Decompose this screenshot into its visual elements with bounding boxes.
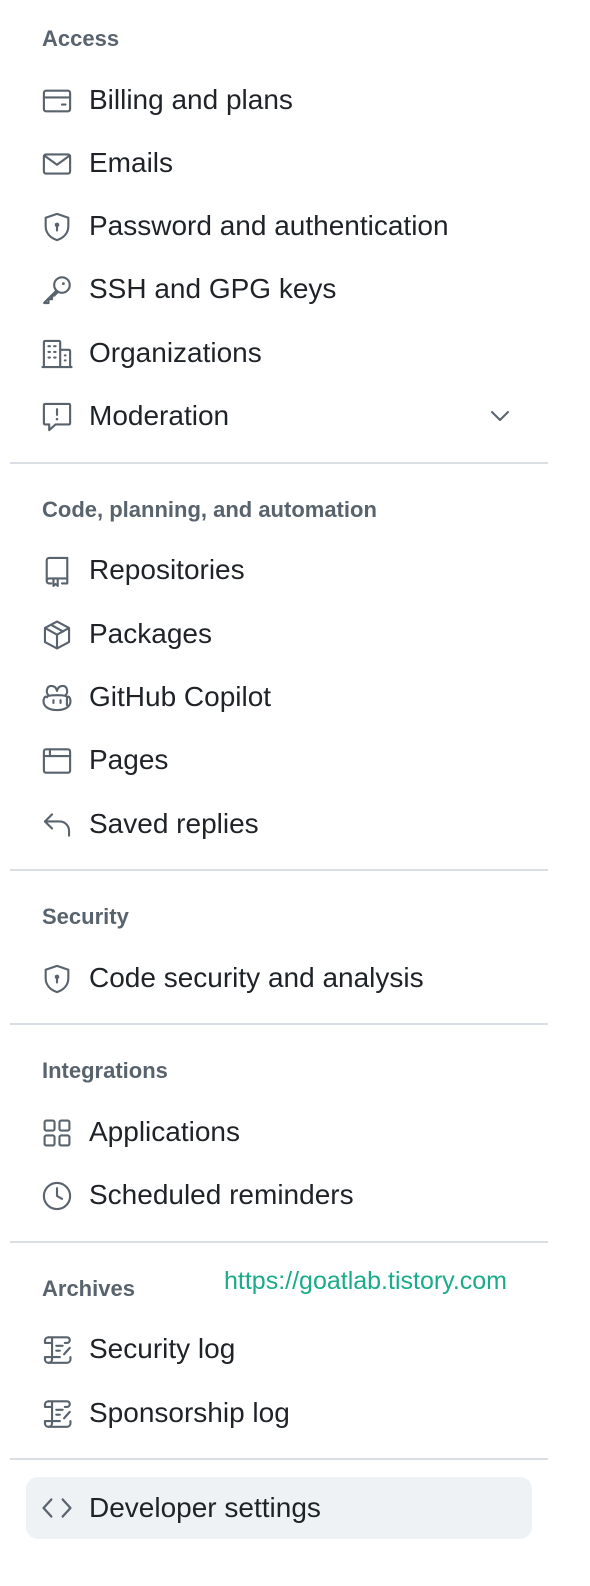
- sidebar-item-label: Repositories: [89, 554, 245, 585]
- sidebar-item-label: Code security and analysis: [89, 962, 424, 993]
- sidebar-item-label: Moderation: [89, 400, 230, 431]
- sidebar-item-packages[interactable]: Packages: [26, 605, 532, 663]
- sidebar-item-label: Password and authentication: [89, 210, 449, 241]
- sidebar-item-label: Saved replies: [89, 808, 259, 839]
- sidebar-item-label: Pages: [89, 744, 169, 775]
- clock-icon: [40, 1179, 74, 1213]
- browser-icon: [40, 744, 74, 778]
- mail-icon: [40, 147, 74, 181]
- sidebar-item-password-and-authentication[interactable]: Password and authentication: [26, 197, 532, 255]
- sidebar-item-label: Packages: [89, 618, 212, 649]
- section-divider: [10, 1023, 548, 1025]
- copilot-icon: [40, 681, 74, 715]
- section-divider: [10, 1458, 548, 1460]
- sidebar-item-github-copilot[interactable]: GitHub Copilot: [26, 668, 532, 726]
- package-icon: [40, 618, 74, 652]
- sidebar-item-label: GitHub Copilot: [89, 681, 272, 712]
- key-icon: [40, 273, 74, 307]
- section-heading-security: Security: [42, 904, 129, 929]
- section-divider: [10, 1241, 548, 1243]
- sidebar-item-security-log[interactable]: Security log: [26, 1320, 532, 1378]
- sidebar-item-pages[interactable]: Pages: [26, 731, 532, 789]
- shield-lock-icon: [40, 962, 74, 996]
- section-heading-code-planning-automation: Code, planning, and automation: [42, 497, 377, 522]
- repo-icon: [40, 554, 74, 588]
- shield-lock-icon: [40, 210, 74, 244]
- sidebar-item-moderation[interactable]: Moderation: [26, 387, 532, 445]
- section-heading-integrations: Integrations: [42, 1058, 168, 1083]
- section-divider: [10, 462, 548, 464]
- section-heading-access: Access: [42, 26, 120, 51]
- log-icon: [40, 1333, 74, 1367]
- section-divider: [10, 869, 548, 871]
- report-icon: [40, 400, 74, 434]
- code-icon: [40, 1491, 74, 1525]
- sidebar-item-label: SSH and GPG keys: [89, 273, 337, 304]
- sidebar-item-scheduled-reminders[interactable]: Scheduled reminders: [26, 1166, 532, 1224]
- sidebar-item-emails[interactable]: Emails: [26, 134, 532, 192]
- sidebar-item-ssh-and-gpg-keys[interactable]: SSH and GPG keys: [26, 260, 532, 318]
- sidebar-item-applications[interactable]: Applications: [26, 1103, 532, 1161]
- credit-card-icon: [40, 84, 74, 118]
- sidebar-item-label: Organizations: [89, 337, 262, 368]
- sidebar-item-label: Sponsorship log: [89, 1397, 290, 1428]
- sidebar-item-sponsorship-log[interactable]: Sponsorship log: [26, 1384, 532, 1442]
- reply-icon: [40, 808, 74, 842]
- section-heading-archives: Archives: [42, 1276, 135, 1301]
- sidebar-item-developer-settings[interactable]: Developer settings: [26, 1477, 532, 1539]
- log-icon: [40, 1397, 74, 1431]
- settings-sidebar: Access Billing and plans Emails Password…: [0, 0, 590, 1586]
- sidebar-item-repositories[interactable]: Repositories: [26, 541, 532, 599]
- sidebar-item-label: Developer settings: [89, 1492, 321, 1523]
- sidebar-item-label: Billing and plans: [89, 84, 293, 115]
- apps-icon: [40, 1116, 74, 1150]
- organization-icon: [40, 337, 74, 371]
- watermark-url: https://goatlab.tistory.com: [224, 1267, 507, 1295]
- chevron-down-icon[interactable]: [488, 404, 512, 428]
- sidebar-item-label: Applications: [89, 1116, 240, 1147]
- sidebar-item-label: Scheduled reminders: [89, 1179, 354, 1210]
- sidebar-item-billing-and-plans[interactable]: Billing and plans: [26, 71, 532, 129]
- sidebar-item-saved-replies[interactable]: Saved replies: [26, 795, 532, 853]
- sidebar-item-label: Security log: [89, 1333, 236, 1364]
- sidebar-item-organizations[interactable]: Organizations: [26, 324, 532, 382]
- sidebar-item-code-security-and-analysis[interactable]: Code security and analysis: [26, 949, 532, 1007]
- sidebar-item-label: Emails: [89, 147, 174, 178]
